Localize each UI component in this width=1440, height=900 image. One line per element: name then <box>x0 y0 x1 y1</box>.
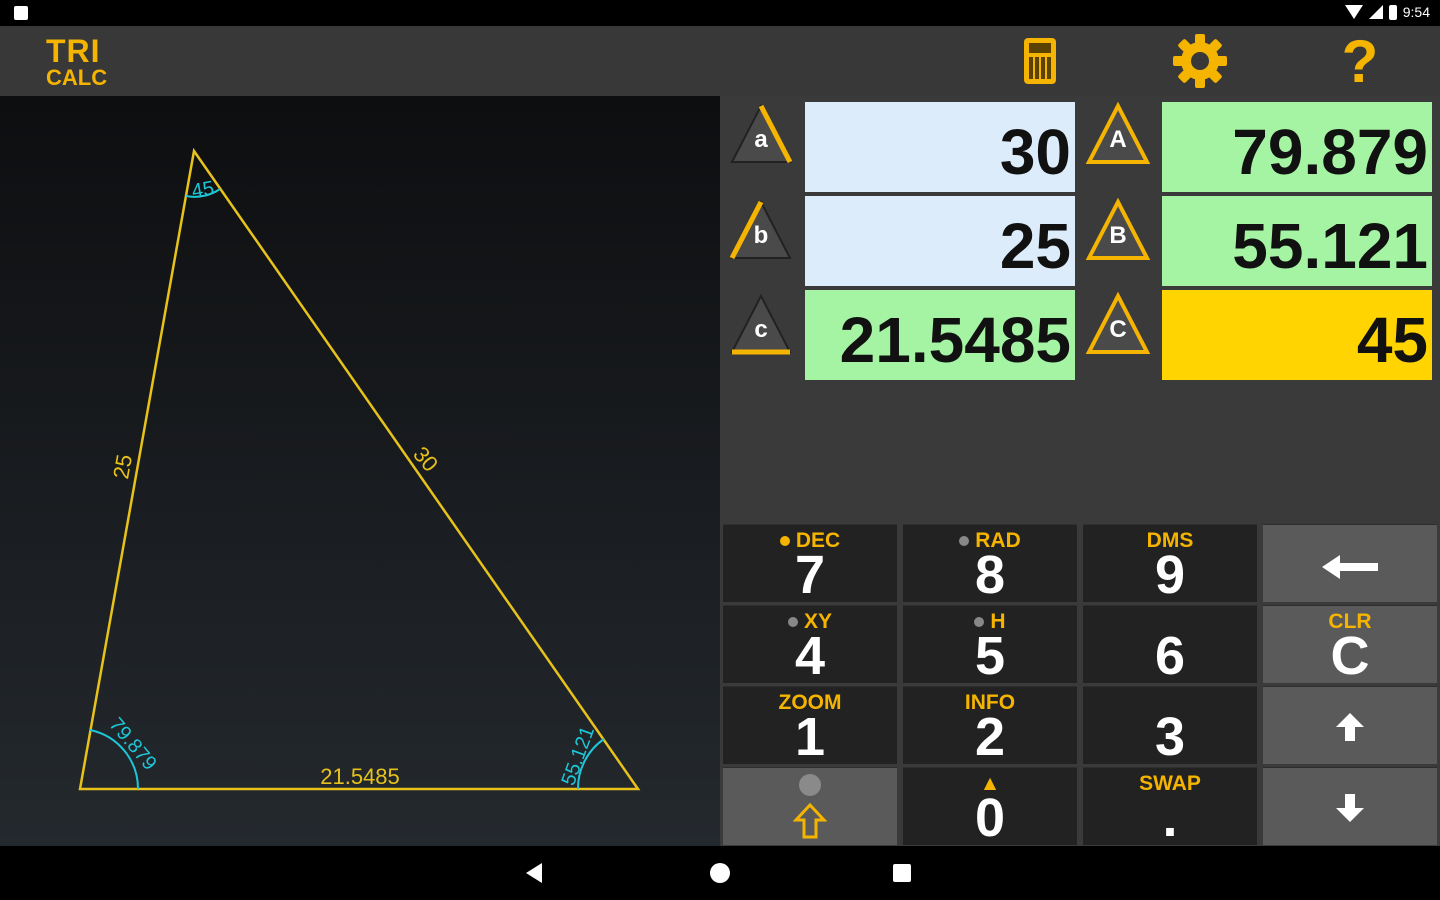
side-a-field[interactable]: 30 <box>805 102 1075 192</box>
shift-button[interactable] <box>723 767 897 845</box>
logo-line-2: CALC <box>46 65 108 90</box>
angle-B-label: 55.121 <box>558 723 600 788</box>
app-logo: TRI CALC <box>46 35 107 89</box>
status-icons: 9:54 <box>1344 4 1430 20</box>
backspace-button[interactable] <box>1263 524 1437 602</box>
decimal-point-label: . <box>1162 788 1178 848</box>
triangle-diagram[interactable]: 21.5485 25 30 45 79.879 55.121 <box>0 96 720 846</box>
rad-indicator-dot <box>959 536 970 547</box>
calculator-icon <box>1024 38 1056 84</box>
angle-C-label: 45 <box>190 177 216 203</box>
status-time: 9:54 <box>1402 4 1430 20</box>
key-5[interactable]: H 5 <box>903 605 1077 686</box>
calculator-button[interactable] <box>1010 31 1070 91</box>
gear-icon <box>1173 34 1227 88</box>
wifi-icon <box>1344 5 1363 19</box>
clear-label: C <box>1330 626 1370 686</box>
angle-B-field[interactable]: 55.121 <box>1162 196 1432 286</box>
help-icon: ? <box>1341 27 1379 95</box>
side-b-field[interactable]: 25 <box>805 196 1075 286</box>
input-panel: a 30 b 25 c 21.5485 A 79.879 B 55.121 C … <box>720 96 1440 846</box>
logo-line-1: TRI <box>46 33 101 69</box>
key-3[interactable]: 3 <box>1083 686 1257 767</box>
backspace-arrow-icon <box>1263 549 1437 590</box>
side-c-label: 21.5485 <box>320 764 400 789</box>
field-letter-a: a <box>754 126 768 153</box>
app-bar: TRI CALC ? <box>0 26 1440 96</box>
triangle-svg: 21.5485 25 30 45 79.879 55.121 <box>78 147 641 791</box>
move-up-button[interactable] <box>1263 686 1437 764</box>
key-2-label: 2 <box>974 707 1006 767</box>
angle-B-icon[interactable]: B <box>1085 198 1151 262</box>
key-5-label: 5 <box>974 626 1006 686</box>
key-7[interactable]: DEC 7 <box>723 524 897 605</box>
key-4[interactable]: XY 4 <box>723 605 897 686</box>
angle-C-icon[interactable]: C <box>1085 292 1151 356</box>
key-6-label: 6 <box>1154 626 1186 686</box>
arrow-down-icon <box>1263 792 1437 829</box>
side-c-icon[interactable]: c <box>728 292 794 356</box>
key-9-label: 9 <box>1154 545 1186 605</box>
status-bar: 9:54 <box>0 0 1440 26</box>
battery-icon <box>1388 4 1397 20</box>
key-1-label: 1 <box>794 707 826 767</box>
key-9[interactable]: DMS 9 <box>1083 524 1257 605</box>
angle-C-field[interactable]: 45 <box>1162 290 1432 380</box>
side-a-icon[interactable]: a <box>728 102 794 166</box>
shift-arrow-icon <box>723 802 897 845</box>
key-3-label: 3 <box>1154 707 1186 767</box>
field-letter-C: C <box>1109 316 1127 343</box>
triangle-shape <box>78 147 641 791</box>
field-letter-c: c <box>754 316 768 343</box>
swap-button[interactable]: SWAP . <box>1083 767 1257 848</box>
key-2[interactable]: INFO 2 <box>903 686 1077 767</box>
nav-recents-icon[interactable] <box>893 864 911 882</box>
nav-back-icon[interactable] <box>526 863 542 883</box>
key-1[interactable]: ZOOM 1 <box>723 686 897 767</box>
key-8[interactable]: RAD 8 <box>903 524 1077 605</box>
field-letter-b: b <box>753 222 769 249</box>
field-letter-B: B <box>1109 222 1127 249</box>
angle-A-icon[interactable]: A <box>1085 102 1151 166</box>
key-0[interactable]: ▲ 0 <box>903 767 1077 848</box>
dec-indicator-dot <box>779 536 790 547</box>
key-4-label: 4 <box>794 626 826 686</box>
help-button[interactable]: ? <box>1330 28 1390 95</box>
key-6[interactable]: 6 <box>1083 605 1257 686</box>
notification-icon <box>14 6 28 20</box>
key-7-label: 7 <box>794 545 826 605</box>
navigation-bar <box>0 846 1440 900</box>
shift-indicator-dot <box>723 774 897 801</box>
settings-button[interactable] <box>1170 31 1230 91</box>
side-b-icon[interactable]: b <box>728 198 794 262</box>
angle-A-field[interactable]: 79.879 <box>1162 102 1432 192</box>
field-letter-A: A <box>1109 126 1127 153</box>
arrow-up-icon <box>1263 711 1437 748</box>
key-0-label: 0 <box>974 788 1006 848</box>
side-a-label: 30 <box>408 442 443 477</box>
nav-home-icon[interactable] <box>710 863 730 883</box>
side-b-label: 25 <box>108 452 137 480</box>
key-8-label: 8 <box>974 545 1006 605</box>
clear-button[interactable]: CLR C <box>1263 605 1437 686</box>
move-down-button[interactable] <box>1263 767 1437 845</box>
side-c-field[interactable]: 21.5485 <box>805 290 1075 380</box>
signal-icon <box>1368 5 1383 19</box>
